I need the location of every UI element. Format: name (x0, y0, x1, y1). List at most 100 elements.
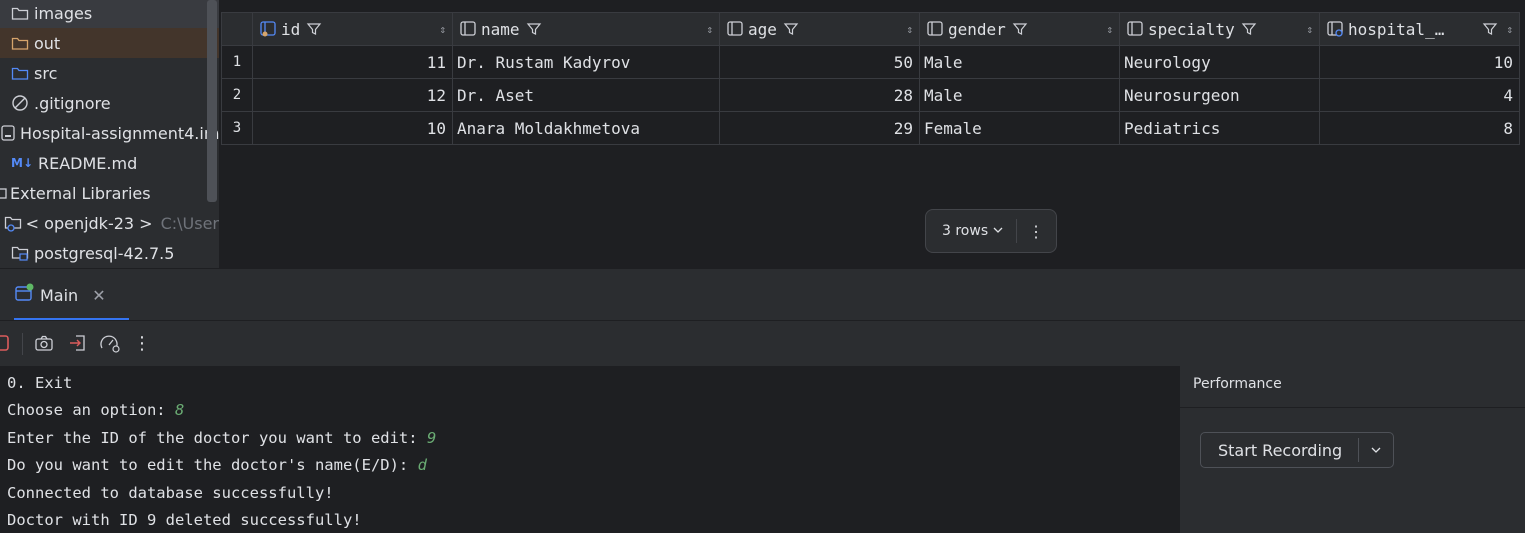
cell-name[interactable]: Anara Moldakhmetova (452, 111, 720, 145)
column-header-label: hospital_… (1348, 19, 1445, 39)
tree-item-readme[interactable]: M↓ README.md (0, 148, 219, 178)
performance-title: Performance (1193, 376, 1282, 392)
filter-icon[interactable] (1482, 21, 1498, 37)
column-header-label: specialty (1148, 19, 1235, 39)
tree-item-label: README.md (38, 153, 138, 173)
exit-icon[interactable] (67, 332, 89, 354)
tree-item-iml[interactable]: Hospital-assignment4.iml (0, 118, 219, 148)
cell-gender[interactable]: Female (919, 111, 1120, 145)
table-row[interactable]: 1 11 Dr. Rustam Kadyrov 50 Male Neurolog… (221, 45, 1520, 79)
results-table: id ⇕ name ⇕ age ⇕ gender ⇕ specialty ⇕ h… (221, 12, 1520, 145)
sort-icon[interactable]: ⇕ (1306, 23, 1313, 36)
row-count-dropdown[interactable]: 3 rows (926, 223, 1004, 239)
sort-icon[interactable]: ⇕ (1106, 23, 1113, 36)
filter-icon[interactable] (1012, 21, 1028, 37)
console-output[interactable]: 0. Exit Choose an option: 8 Enter the ID… (0, 366, 1178, 533)
more-options-button[interactable]: ⋮ (1017, 222, 1055, 241)
sort-icon[interactable]: ⇕ (1506, 23, 1513, 36)
column-header-age[interactable]: age ⇕ (719, 12, 920, 46)
folder-icon (10, 3, 30, 23)
run-toolbar: ⋮ (0, 320, 1525, 366)
tree-item-jdk[interactable]: < openjdk-23 > C:\User (0, 208, 219, 238)
markdown-icon: M↓ (11, 156, 33, 170)
toolbar-divider (22, 333, 23, 355)
cell-age[interactable]: 50 (719, 45, 920, 79)
tab-main[interactable]: Main ✕ (14, 269, 129, 321)
profiler-icon[interactable] (99, 332, 121, 354)
project-tree: images out src .gitignore Hospital-assig… (0, 0, 219, 268)
chevron-down-icon (992, 223, 1004, 239)
column-header-gender[interactable]: gender ⇕ (919, 12, 1120, 46)
cell-gender[interactable]: Male (919, 78, 1120, 112)
tree-item-label: images (34, 3, 93, 23)
filter-icon[interactable] (526, 21, 542, 37)
sort-icon[interactable]: ⇕ (439, 23, 446, 36)
column-header-specialty[interactable]: specialty ⇕ (1119, 12, 1320, 46)
console-user-input: 9 (426, 429, 437, 447)
tree-item-postgresql[interactable]: postgresql-42.7.5 (0, 238, 219, 268)
tree-item-external-libraries[interactable]: External Libraries (0, 178, 219, 208)
cell-id[interactable]: 12 (252, 78, 453, 112)
filter-icon[interactable] (306, 21, 322, 37)
row-number: 3 (221, 111, 253, 145)
cell-age[interactable]: 28 (719, 78, 920, 112)
tree-scrollbar[interactable] (207, 0, 217, 202)
cell-id[interactable]: 11 (252, 45, 453, 79)
filter-icon[interactable] (1241, 21, 1257, 37)
tree-item-label: .gitignore (34, 93, 111, 113)
tree-item-label: Hospital-assignment4.iml (20, 123, 219, 143)
close-icon[interactable]: ✕ (92, 286, 105, 305)
console-line: 0. Exit (7, 374, 72, 392)
tree-item-label: src (34, 63, 58, 83)
tree-item-images[interactable]: images (0, 0, 219, 28)
sort-icon[interactable]: ⇕ (706, 23, 713, 36)
tree-item-gitignore[interactable]: .gitignore (0, 88, 219, 118)
performance-panel: Performance Start Recording (1179, 366, 1525, 533)
sort-icon[interactable]: ⇕ (906, 23, 913, 36)
cell-hospital[interactable]: 10 (1319, 45, 1520, 79)
stop-icon[interactable] (0, 332, 12, 354)
row-number-header (221, 12, 253, 46)
cell-specialty[interactable]: Neurology (1119, 45, 1320, 79)
cell-name[interactable]: Dr. Aset (452, 78, 720, 112)
filter-icon[interactable] (783, 21, 799, 37)
column-header-label: gender (948, 19, 1006, 39)
tree-item-label: postgresql-42.7.5 (34, 243, 175, 263)
cell-id[interactable]: 10 (252, 111, 453, 145)
tree-item-label: External Libraries (10, 183, 151, 203)
tree-item-out[interactable]: out (0, 28, 219, 58)
column-header-hospital[interactable]: hospital_… ⇕ (1319, 12, 1520, 46)
cell-name[interactable]: Dr. Rustam Kadyrov (452, 45, 720, 79)
console-text: Doctor with ID 9 deleted successfully! (7, 511, 362, 529)
table-row[interactable]: 2 12 Dr. Aset 28 Male Neurosurgeon 4 (221, 78, 1520, 112)
camera-icon[interactable] (33, 332, 55, 354)
column-icon (726, 20, 744, 38)
column-icon (1126, 20, 1144, 38)
console-text: Do you want to edit the doctor's name(E/… (7, 456, 418, 474)
console-text: Enter the ID of the doctor you want to e… (7, 429, 427, 447)
row-count-label: 3 rows (942, 223, 989, 239)
folder-icon (10, 33, 30, 53)
console-text: 0. Exit (7, 374, 73, 392)
console-line: Enter the ID of the doctor you want to e… (7, 429, 436, 447)
cell-specialty[interactable]: Neurosurgeon (1119, 78, 1320, 112)
tab-label: Main (40, 285, 79, 305)
cell-hospital[interactable]: 4 (1319, 78, 1520, 112)
column-header-id[interactable]: id ⇕ (252, 12, 453, 46)
row-number: 1 (221, 45, 253, 79)
ignored-file-icon (10, 93, 30, 113)
chevron-down-icon[interactable] (1359, 445, 1393, 455)
tree-item-src[interactable]: src (0, 58, 219, 88)
start-recording-button[interactable]: Start Recording (1200, 432, 1394, 468)
library-folder-icon (10, 243, 30, 263)
column-header-label: id (281, 19, 301, 39)
column-icon (459, 20, 477, 38)
cell-age[interactable]: 29 (719, 111, 920, 145)
cell-gender[interactable]: Male (919, 45, 1120, 79)
data-grid-panel: id ⇕ name ⇕ age ⇕ gender ⇕ specialty ⇕ h… (219, 0, 1525, 268)
cell-hospital[interactable]: 8 (1319, 111, 1520, 145)
more-actions-icon[interactable]: ⋮ (131, 332, 153, 354)
table-row[interactable]: 3 10 Anara Moldakhmetova 29 Female Pedia… (221, 111, 1520, 145)
column-header-name[interactable]: name ⇕ (452, 12, 720, 46)
cell-specialty[interactable]: Pediatrics (1119, 111, 1320, 145)
